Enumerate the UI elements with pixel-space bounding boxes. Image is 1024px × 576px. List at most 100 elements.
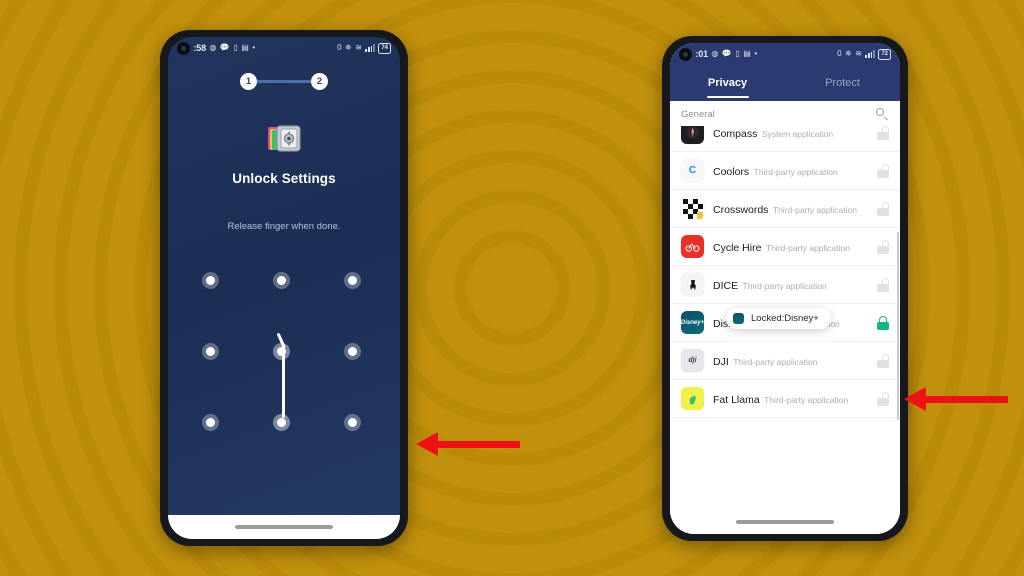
section-header-row: General <box>670 101 900 126</box>
status-time: :01 <box>695 49 709 59</box>
search-icon[interactable] <box>876 108 889 121</box>
app-meta: DJI Third-party application <box>713 352 868 370</box>
disney-plus-icon: Disney+ <box>681 311 704 334</box>
list-item[interactable]: Compass System application <box>670 126 900 152</box>
camera-punch-hole-icon <box>177 41 190 55</box>
zero-icon: 0 <box>337 43 342 52</box>
right-phone-screen: :01 ◍ 💬 ▯ ▤ • 0 ✵ ≋ 72 Privacy Protect G… <box>670 43 900 534</box>
app-meta: Fat Llama Third-party application <box>713 390 868 408</box>
left-phone-screen: :58 ◍ 💬 ▯ ▤ • 0 ✵ ≋ 74 1 2 Unlock Settin… <box>168 37 400 539</box>
app-meta: Cycle Hire Third-party application <box>713 238 868 256</box>
app-meta: Coolors Third-party application <box>713 162 868 180</box>
arrow-shaft <box>438 440 520 448</box>
app-subtitle: Third-party application <box>733 356 818 367</box>
pattern-dot-2[interactable] <box>273 272 290 289</box>
right-status-bar: :01 ◍ 💬 ▯ ▤ • 0 ✵ ≋ 72 <box>670 43 900 65</box>
tab-privacy[interactable]: Privacy <box>670 65 785 101</box>
toast-message: Locked:Disney+ <box>751 313 819 324</box>
dot-icon: • <box>754 49 758 58</box>
app-name: Compass <box>713 127 758 140</box>
app-subtitle: Third-party application <box>765 242 850 253</box>
message-icon: 💬 <box>721 49 732 58</box>
pattern-dot-9[interactable] <box>344 414 361 431</box>
gesture-nav-pill[interactable] <box>736 520 834 524</box>
sim-icon: ▯ <box>233 43 238 52</box>
camera-punch-hole-icon <box>679 47 692 61</box>
dot-icon: • <box>252 43 256 52</box>
right-navigation-bar <box>670 510 900 534</box>
pattern-dot-8[interactable] <box>273 414 290 431</box>
battery-indicator: 74 <box>378 42 391 54</box>
compass-icon <box>681 126 704 144</box>
app-name: DJI <box>713 355 729 368</box>
pattern-dot-7[interactable] <box>202 414 219 431</box>
pattern-dot-6[interactable] <box>344 343 361 360</box>
step-indicator-1: 1 <box>240 73 257 90</box>
arrow-pointing-to-disney-plus-lock <box>904 387 1008 411</box>
list-item[interactable]: Crosswords Third-party application <box>670 190 900 228</box>
app-subtitle: System application <box>761 128 834 139</box>
app-meta: DICE Third-party application <box>713 276 868 294</box>
unlock-icon[interactable] <box>877 201 890 216</box>
right-top-bar: :01 ◍ 💬 ▯ ▤ • 0 ✵ ≋ 72 Privacy Protect <box>670 43 900 101</box>
arrow-head-icon <box>416 432 438 456</box>
pattern-dot-3[interactable] <box>344 272 361 289</box>
app-meta: Compass System application <box>713 126 868 142</box>
list-item[interactable]: Cycle Hire Third-party application <box>670 228 900 266</box>
vault-icon-container <box>168 118 400 158</box>
unlock-icon[interactable] <box>877 277 890 292</box>
list-item[interactable]: C Coolors Third-party application <box>670 152 900 190</box>
step-connector-line <box>257 80 311 83</box>
unlock-icon[interactable] <box>877 163 890 178</box>
phone-left: :58 ◍ 💬 ▯ ▤ • 0 ✵ ≋ 74 1 2 Unlock Settin… <box>160 30 408 546</box>
fat-llama-icon <box>681 387 704 410</box>
arrow-pointing-to-pattern-lock <box>416 432 520 456</box>
gesture-nav-pill[interactable] <box>235 525 333 529</box>
tab-protect-label: Protect <box>825 77 860 89</box>
toast-notification: Locked:Disney+ <box>726 308 831 329</box>
unlock-icon[interactable] <box>877 239 890 254</box>
pattern-lock-grid[interactable] <box>202 272 366 436</box>
unlock-icon[interactable] <box>877 353 890 368</box>
app-subtitle: Third-party application <box>772 204 857 215</box>
app-subtitle: Third-party application <box>753 166 838 177</box>
wifi-icon: ≋ <box>355 43 362 52</box>
list-item[interactable]: Fat Llama Third-party application <box>670 380 900 418</box>
tab-privacy-label: Privacy <box>707 77 748 89</box>
zero-icon: 0 <box>837 49 842 58</box>
list-item[interactable]: dji DJI Third-party application <box>670 342 900 380</box>
pattern-dot-5[interactable] <box>273 343 290 360</box>
disney-plus-icon <box>733 313 744 324</box>
dice-icon <box>681 273 704 296</box>
sim-icon: ▯ <box>735 49 740 58</box>
tab-active-indicator <box>706 95 749 98</box>
setup-stepper: 1 2 <box>168 73 400 90</box>
gallery-icon: ▤ <box>743 49 751 58</box>
unlock-icon[interactable] <box>877 391 890 406</box>
tab-protect[interactable]: Protect <box>785 65 900 101</box>
tab-bar: Privacy Protect <box>670 65 900 101</box>
signal-icon <box>865 50 875 58</box>
message-icon: 💬 <box>219 43 230 52</box>
unlock-icon[interactable] <box>877 126 890 140</box>
scrollbar[interactable] <box>896 232 899 420</box>
app-list[interactable]: Compass System application C Coolors Thi… <box>670 126 900 534</box>
bluetooth-icon: ✵ <box>345 43 352 52</box>
step-indicator-2: 2 <box>311 73 328 90</box>
pattern-dot-4[interactable] <box>202 343 219 360</box>
lock-icon[interactable] <box>877 315 889 330</box>
wifi-icon: ≋ <box>855 49 862 58</box>
page-title: Unlock Settings <box>232 171 336 186</box>
app-name: Cycle Hire <box>713 241 762 254</box>
app-meta: Crosswords Third-party application <box>713 200 868 218</box>
whatsapp-icon: ◍ <box>711 49 719 58</box>
whatsapp-icon: ◍ <box>209 43 217 52</box>
pattern-dot-1[interactable] <box>202 272 219 289</box>
app-name: Coolors <box>713 165 750 178</box>
app-name: Crosswords <box>713 203 769 216</box>
coolors-icon: C <box>681 159 704 182</box>
list-item[interactable]: DICE Third-party application <box>670 266 900 304</box>
arrow-head-icon <box>904 387 926 411</box>
section-header-label: General <box>681 109 715 120</box>
cycle-hire-icon <box>681 235 704 258</box>
